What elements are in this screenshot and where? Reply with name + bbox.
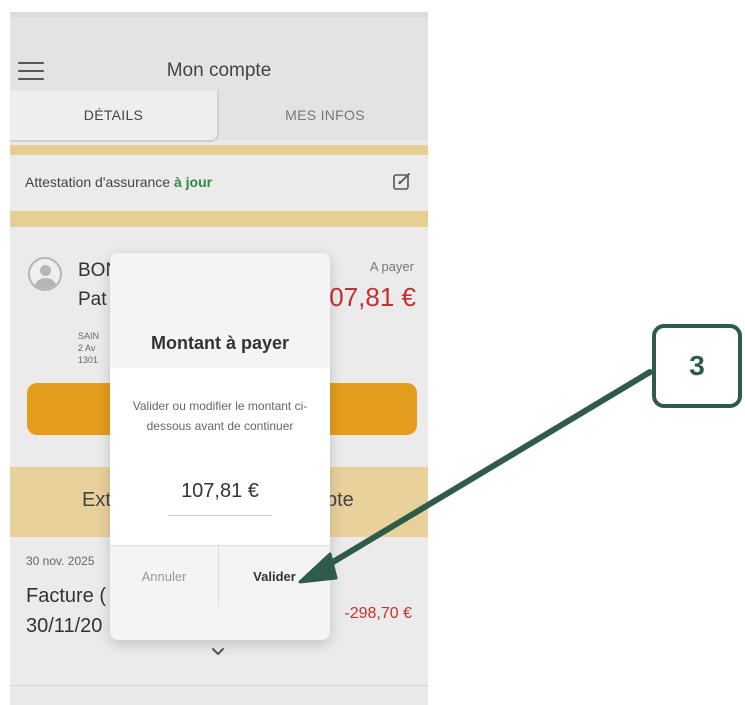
annotation-arrow — [298, 369, 653, 584]
annotation-callout: 3 — [652, 324, 742, 408]
